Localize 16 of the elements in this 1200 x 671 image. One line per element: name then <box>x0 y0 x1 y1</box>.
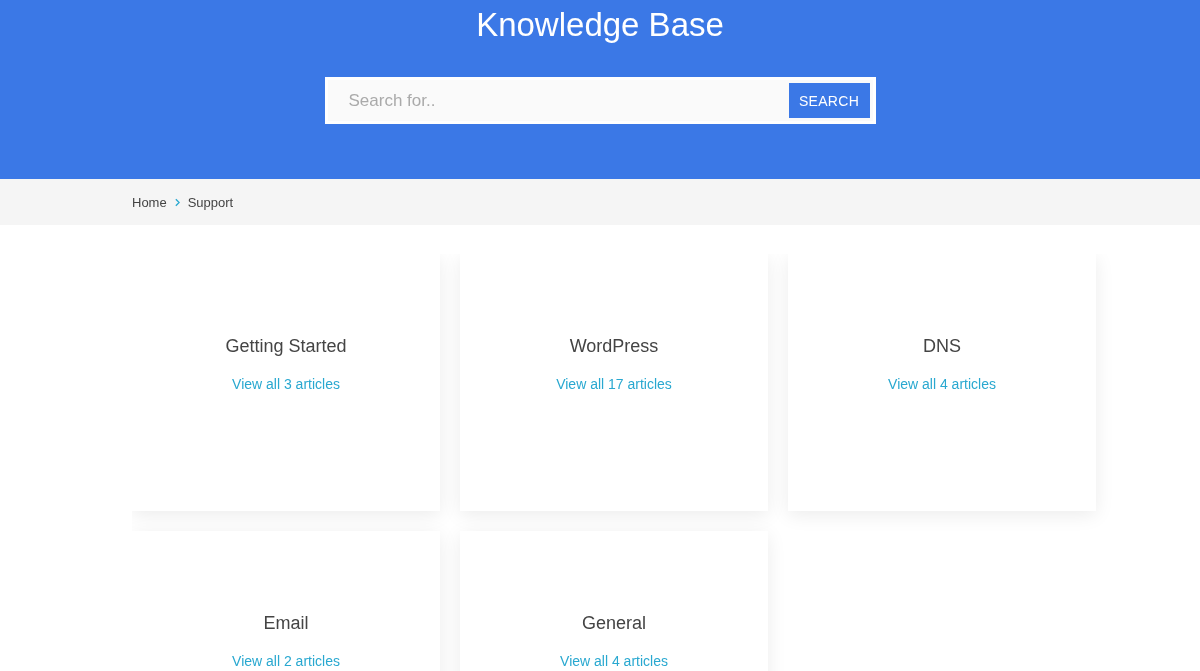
category-title: DNS <box>923 336 961 357</box>
articles-link[interactable]: View all 3 articles <box>232 376 340 392</box>
category-title: WordPress <box>569 336 659 357</box>
category-title: Email <box>263 613 309 634</box>
articles-link[interactable]: View all 4 articles <box>560 653 668 669</box>
page-title: Knowledge Base <box>476 5 724 45</box>
breadcrumb-link[interactable]: Support <box>187 194 234 210</box>
breadcrumb-link[interactable]: Home <box>132 194 167 210</box>
articles-link[interactable]: View all 4 articles <box>888 376 996 392</box>
articles-link[interactable]: View all 17 articles <box>556 376 672 392</box>
articles-link[interactable]: View all 2 articles <box>232 653 340 669</box>
chevron-right-icon <box>174 197 180 207</box>
category-title: Getting Started <box>225 336 347 357</box>
search-field[interactable]: Search for.. <box>327 80 786 121</box>
category-title: General <box>581 613 646 634</box>
search-button[interactable]: SEARCH <box>785 80 873 121</box>
